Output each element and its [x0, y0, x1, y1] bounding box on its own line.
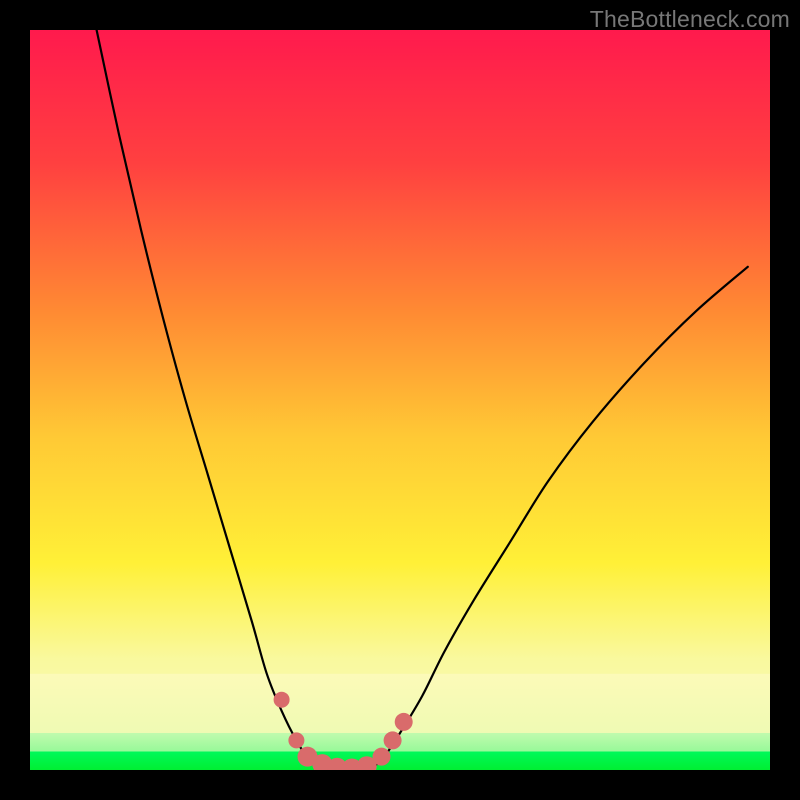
plot-area	[30, 30, 770, 779]
bottleneck-chart	[0, 0, 800, 800]
chart-container: TheBottleneck.com	[0, 0, 800, 800]
green-band	[30, 752, 770, 771]
gradient-background	[30, 30, 770, 770]
marker-point	[274, 692, 290, 708]
marker-point	[288, 732, 304, 748]
watermark-text: TheBottleneck.com	[590, 6, 790, 33]
marker-point	[373, 748, 391, 766]
marker-point	[384, 731, 402, 749]
marker-point	[395, 713, 413, 731]
